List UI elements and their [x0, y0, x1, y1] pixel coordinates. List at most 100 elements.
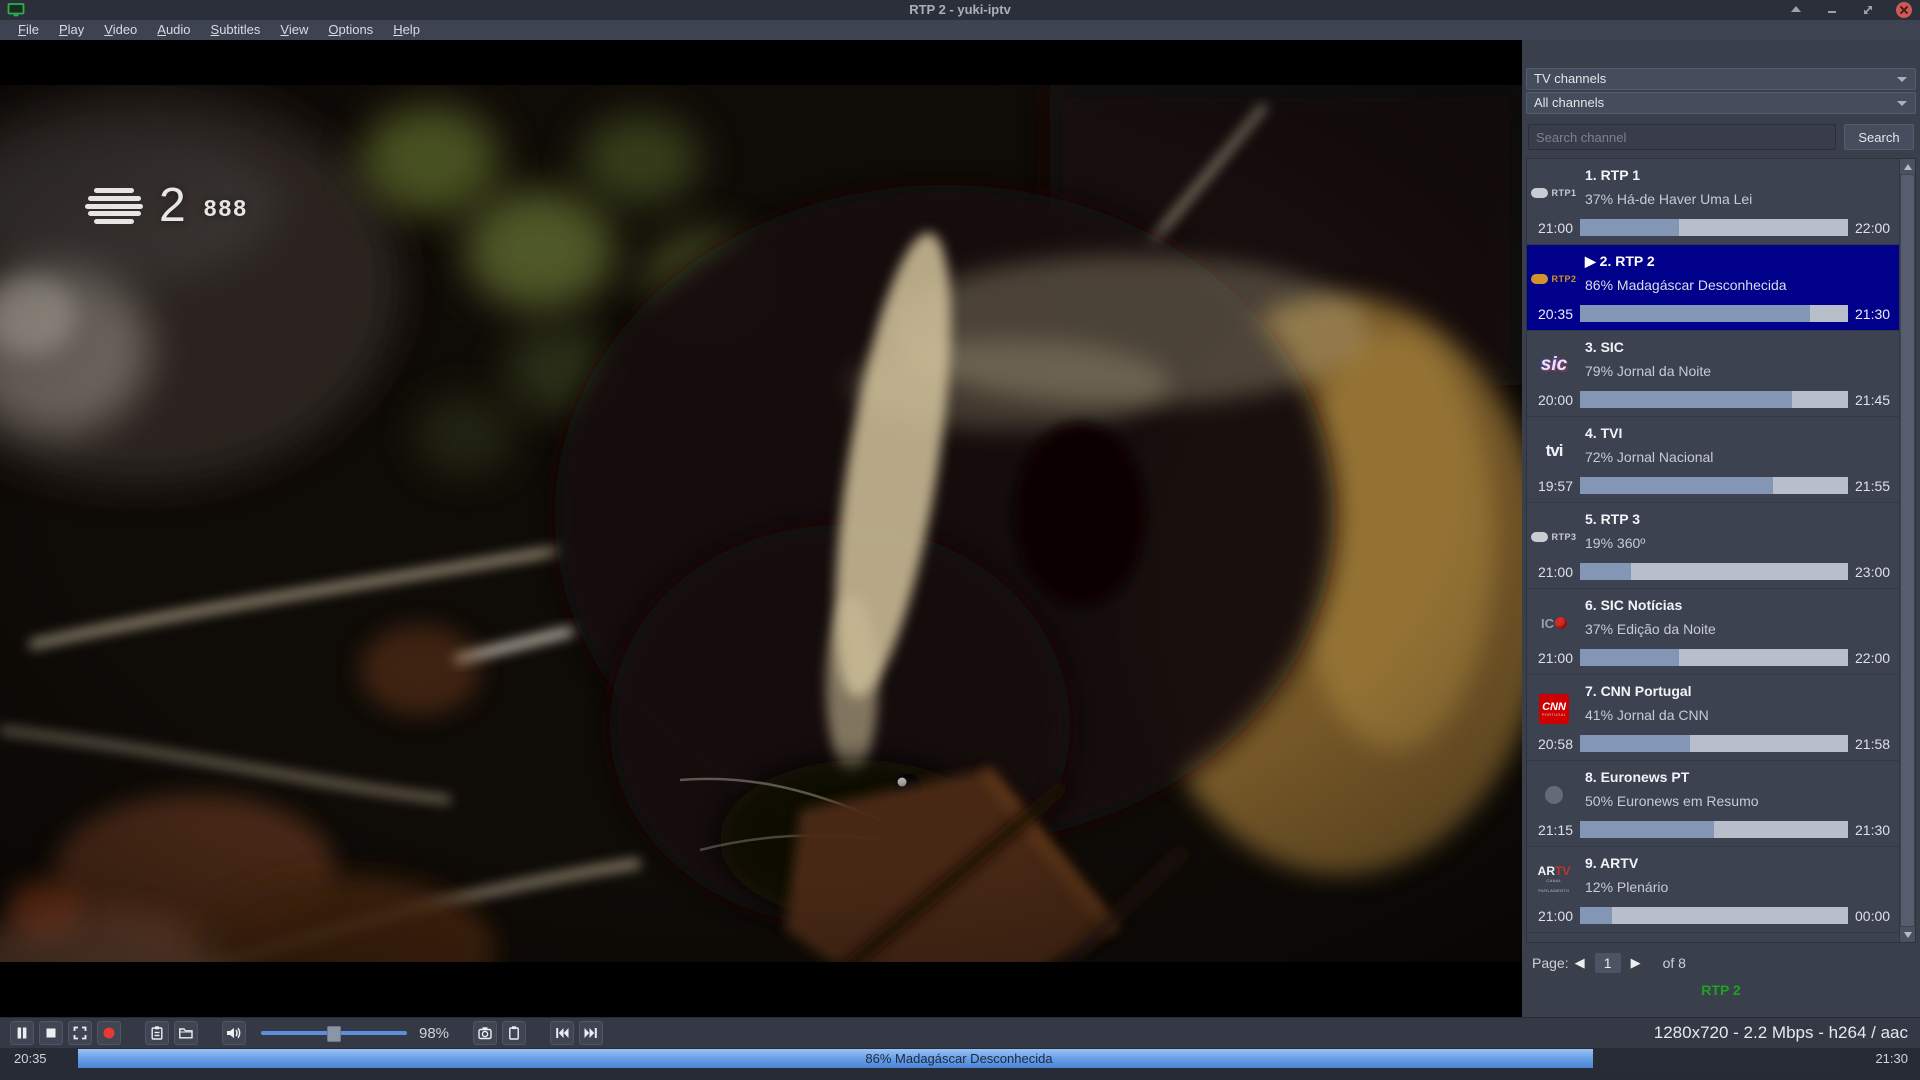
- next-channel-icon: [583, 1025, 599, 1041]
- toolbar-right: [473, 1021, 608, 1045]
- screenshot-button[interactable]: [473, 1021, 497, 1045]
- channel-list-item[interactable]: 8. Euronews PT 50% Euronews em Resumo 21…: [1527, 761, 1915, 847]
- channel-list-item[interactable]: RTP2 ▶ 2. RTP 2 86% Madagáscar Desconhec…: [1527, 245, 1915, 331]
- menu-help[interactable]: Help: [383, 20, 430, 40]
- channel-list-item[interactable]: RTP1 1. RTP 1 37% Há-de Haver Uma Lei 21…: [1527, 159, 1915, 245]
- channel-list-item[interactable]: IC 6. SIC Notícias 37% Edição da Noite 2…: [1527, 589, 1915, 675]
- programme-start-time: 20:35: [1531, 306, 1573, 322]
- programme-end-time: 22:00: [1855, 650, 1897, 666]
- channel-programme: 19% 360º: [1585, 535, 1645, 551]
- pause-button[interactable]: [10, 1021, 34, 1045]
- programme-end-time: 21:45: [1855, 392, 1897, 408]
- channel-group-select[interactable]: TV channels: [1526, 68, 1916, 90]
- scroll-down-button[interactable]: [1900, 927, 1915, 942]
- volume-percent: 98%: [419, 1025, 455, 1042]
- video-frame: 2 888: [0, 85, 1522, 962]
- minimize-window-button[interactable]: [1824, 2, 1840, 18]
- menu-audio[interactable]: Audio: [147, 20, 200, 40]
- chevron-down-icon: [1897, 101, 1907, 106]
- close-window-button[interactable]: [1896, 2, 1912, 18]
- channel-watermark: 2 888: [85, 182, 248, 230]
- menu-view[interactable]: View: [270, 20, 318, 40]
- triangle-down-icon: [1904, 932, 1912, 938]
- channel-filter-select[interactable]: All channels: [1526, 92, 1916, 114]
- programme-end-time: 21:30: [1855, 306, 1897, 322]
- channel-name: 6. SIC Notícias: [1585, 597, 1682, 613]
- channel-name: 1. RTP 1: [1585, 167, 1640, 183]
- rtp-logo-icon: RTP1: [1531, 175, 1577, 211]
- programme-start-time: 20:58: [1531, 736, 1573, 752]
- prev-channel-button[interactable]: [550, 1021, 574, 1045]
- clipboard-icon: [506, 1025, 522, 1041]
- channel-name: 4. TVI: [1585, 425, 1622, 441]
- toolbar-left: [10, 1021, 251, 1045]
- fullscreen-icon: [72, 1025, 88, 1041]
- menu-options[interactable]: Options: [318, 20, 383, 40]
- programme-progress-bar: [1580, 821, 1848, 838]
- rtp-logo-icon: RTP3: [1531, 519, 1577, 555]
- seek-track[interactable]: 86% Madagáscar Desconhecida: [78, 1049, 1840, 1068]
- euronews-logo-icon: [1531, 777, 1577, 813]
- channel-programme: 72% Jornal Nacional: [1585, 449, 1713, 465]
- stop-icon: [43, 1025, 59, 1041]
- programme-progress-bar: [1580, 391, 1848, 408]
- stop-button[interactable]: [39, 1021, 63, 1045]
- channel-list-item[interactable]: RTP3 5. RTP 3 19% 360º 21:00 23:00: [1527, 503, 1915, 589]
- page-label: Page:: [1532, 955, 1569, 971]
- programme-end-time: 22:00: [1855, 220, 1897, 236]
- video-surface[interactable]: 2 888: [0, 40, 1522, 1017]
- programme-progress-bar: [1580, 735, 1848, 752]
- window-title: RTP 2 - yuki-iptv: [0, 0, 1920, 20]
- tv-guide-button[interactable]: [145, 1021, 169, 1045]
- clipboard-button[interactable]: [502, 1021, 526, 1045]
- menu-play[interactable]: Play: [49, 20, 94, 40]
- maximize-window-button[interactable]: [1860, 2, 1876, 18]
- screenshot-icon: [477, 1025, 493, 1041]
- programme-end-time: 00:00: [1855, 908, 1897, 924]
- volume-slider[interactable]: [261, 1023, 407, 1043]
- programme-start-time: 21:15: [1531, 822, 1573, 838]
- programme-end-time: 21:30: [1855, 822, 1897, 838]
- programme-end-time: 21:55: [1855, 478, 1897, 494]
- search-button[interactable]: Search: [1844, 124, 1914, 150]
- close-icon: [1900, 6, 1908, 14]
- programme-end-time: 21:58: [1855, 736, 1897, 752]
- sic-logo-icon: sic: [1531, 347, 1577, 383]
- channel-list-item[interactable]: ARTVCANAL PARLAMENTO 9. ARTV 12% Plenári…: [1527, 847, 1915, 933]
- record-button[interactable]: [97, 1021, 121, 1045]
- shade-window-button[interactable]: [1788, 2, 1804, 18]
- fullscreen-button[interactable]: [68, 1021, 92, 1045]
- menu-video[interactable]: Video: [94, 20, 147, 40]
- next-page-button[interactable]: ▶: [1625, 955, 1647, 971]
- seek-bar: 20:35 86% Madagáscar Desconhecida 21:30: [0, 1048, 1920, 1080]
- menu-subtitles[interactable]: Subtitles: [201, 20, 271, 40]
- playback-controls: 98% 1280x720 - 2.2 Mbps - h264 / aac: [0, 1017, 1920, 1048]
- tvi-logo-icon: tvi: [1531, 433, 1577, 469]
- programme-progress-bar: [1580, 907, 1848, 924]
- scrollbar-thumb[interactable]: [1901, 175, 1914, 926]
- channel-programme: 86% Madagáscar Desconhecida: [1585, 277, 1787, 293]
- programme-start-time: 21:00: [1531, 650, 1573, 666]
- programme-start-time: 21:00: [1531, 908, 1573, 924]
- channel-list-item[interactable]: sic 3. SIC 79% Jornal da Noite 20:00 21:…: [1527, 331, 1915, 417]
- open-folder-icon: [178, 1025, 194, 1041]
- title-bar[interactable]: RTP 2 - yuki-iptv: [0, 0, 1920, 20]
- channel-list-scrollbar[interactable]: [1899, 159, 1915, 942]
- scroll-up-button[interactable]: [1900, 159, 1915, 174]
- menu-file[interactable]: File: [8, 20, 49, 40]
- prev-page-button[interactable]: ◀: [1569, 955, 1591, 971]
- open-folder-button[interactable]: [174, 1021, 198, 1045]
- volume-handle[interactable]: [327, 1026, 341, 1042]
- next-channel-button[interactable]: [579, 1021, 603, 1045]
- channel-programme: 12% Plenário: [1585, 879, 1668, 895]
- channels-panel: TV channels All channels Search RTP1 1. …: [1522, 40, 1920, 1017]
- channel-list-item[interactable]: tvi 4. TVI 72% Jornal Nacional 19:57 21:…: [1527, 417, 1915, 503]
- programme-progress-bar: [1580, 305, 1848, 322]
- page-current[interactable]: 1: [1595, 953, 1621, 973]
- programme-end-label: 21:30: [1875, 1049, 1908, 1068]
- volume-button[interactable]: [222, 1021, 246, 1045]
- search-input[interactable]: [1528, 124, 1836, 150]
- pause-icon: [14, 1025, 30, 1041]
- channel-list-item[interactable]: CNNPORTUGAL 7. CNN Portugal 41% Jornal d…: [1527, 675, 1915, 761]
- chevron-down-icon: [1897, 77, 1907, 82]
